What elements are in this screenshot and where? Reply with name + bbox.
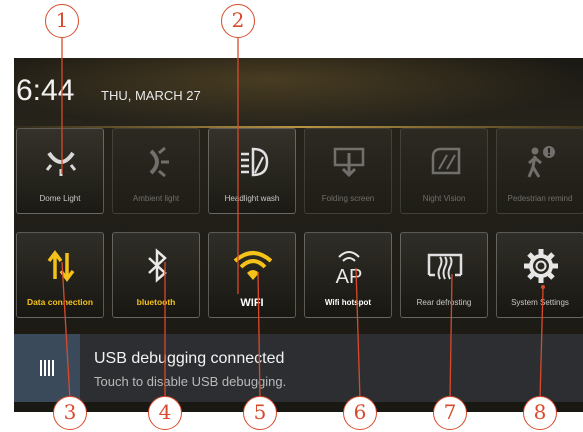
tile-rear-defrosting[interactable]: Rear defrosting xyxy=(400,232,488,318)
tile-label: Wifi hotspot xyxy=(324,298,372,307)
tile-label: Pedestrian remind xyxy=(507,194,573,203)
callout-1: 1 xyxy=(45,4,79,38)
clock: 6:44 xyxy=(16,74,75,107)
tile-label: Night Vision xyxy=(422,194,466,203)
tile-pedestrian-remind[interactable]: Pedestrian remind xyxy=(496,128,583,214)
tile-folding-screen[interactable]: Folding screen xyxy=(304,128,392,214)
night-vision-icon xyxy=(431,147,461,175)
notification-title: USB debugging connected xyxy=(94,350,285,367)
tile-label: Headlight wash xyxy=(224,194,280,203)
tile-ambient-light[interactable]: Ambient light xyxy=(112,128,200,214)
tile-bluetooth[interactable]: bluetooth xyxy=(112,232,200,318)
tile-wifi-hotspot[interactable]: AP Wifi hotspot xyxy=(304,232,392,318)
tile-headlight-wash[interactable]: Headlight wash xyxy=(208,128,296,214)
callout-3: 3 xyxy=(53,396,87,430)
usb-debugging-notification[interactable]: USB debugging connected Touch to disable… xyxy=(14,334,583,402)
tile-system-settings[interactable]: System Settings xyxy=(496,232,583,318)
dome-light-icon xyxy=(45,151,77,176)
tile-label: Rear defrosting xyxy=(416,298,472,307)
callout-8: 8 xyxy=(523,396,557,430)
folding-screen-icon xyxy=(333,147,365,178)
notification-subtitle: Touch to disable USB debugging. xyxy=(94,374,287,389)
tile-wifi[interactable]: WIFI xyxy=(208,232,296,318)
tile-label: Ambient light xyxy=(132,194,180,203)
pedestrian-remind-icon xyxy=(527,146,555,178)
gear-icon xyxy=(524,249,558,283)
callout-5: 5 xyxy=(243,396,277,430)
callout-7: 7 xyxy=(433,396,467,430)
callout-6: 6 xyxy=(343,396,377,430)
tile-night-vision[interactable]: Night Vision xyxy=(400,128,488,214)
rear-defrost-icon xyxy=(427,253,463,280)
tile-dome-light[interactable]: Dome Light xyxy=(16,128,104,214)
tile-label: Folding screen xyxy=(321,194,375,203)
quick-settings-panel: 6:44 THU, MARCH 27 Dome Light Ambient li… xyxy=(14,58,583,412)
tile-label: Data connection xyxy=(26,297,94,307)
wifi-icon xyxy=(233,251,273,280)
tile-label: bluetooth xyxy=(136,297,176,307)
bluetooth-icon xyxy=(148,248,167,283)
svg-text:AP: AP xyxy=(336,266,363,285)
usb-icon xyxy=(14,334,80,402)
data-connection-icon xyxy=(47,250,75,282)
date-label: THU, MARCH 27 xyxy=(101,88,201,103)
tile-data-connection[interactable]: Data connection xyxy=(16,232,104,318)
tile-label: System Settings xyxy=(511,298,569,307)
callout-2: 2 xyxy=(221,4,255,38)
tile-label: Dome Light xyxy=(39,194,81,203)
ambient-light-icon xyxy=(149,146,169,178)
tile-label: WIFI xyxy=(240,297,264,309)
wifi-hotspot-icon: AP xyxy=(336,251,363,285)
callout-4: 4 xyxy=(148,396,182,430)
headlight-wash-icon xyxy=(241,147,269,177)
